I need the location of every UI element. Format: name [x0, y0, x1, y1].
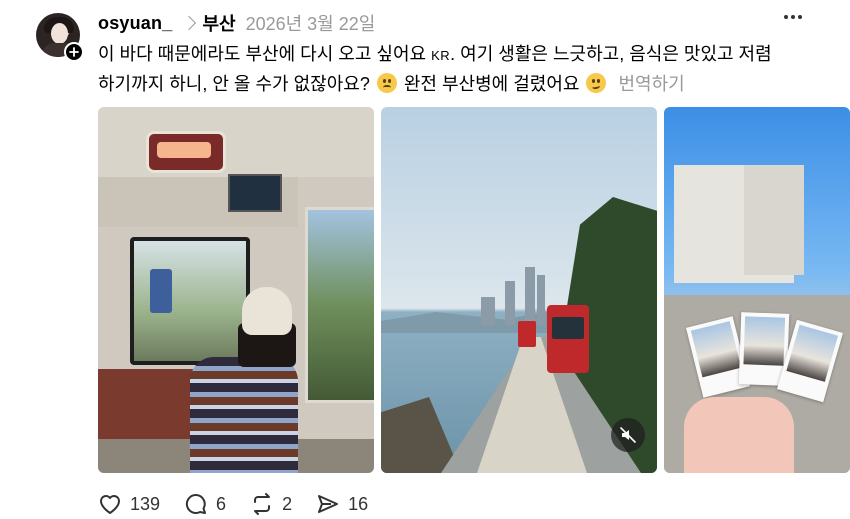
share-count: 16	[348, 493, 369, 514]
car-screen	[228, 174, 282, 212]
topic-tag[interactable]: 부산	[202, 10, 235, 36]
share-button[interactable]: 16	[316, 493, 368, 515]
comment-icon	[185, 493, 207, 514]
username[interactable]: osyuan_	[98, 13, 172, 34]
more-options-icon[interactable]	[784, 15, 802, 19]
heart-icon	[100, 495, 120, 514]
author-avatar[interactable]	[36, 13, 84, 62]
follow-plus-icon[interactable]	[64, 42, 84, 62]
caption-kr-flag: KR	[431, 48, 451, 63]
woozy-face-emoji-icon	[586, 73, 607, 93]
like-button[interactable]: 139	[98, 493, 160, 515]
repost-count: 2	[282, 493, 293, 514]
like-count: 139	[130, 493, 161, 514]
speaker-muted-icon[interactable]	[611, 418, 645, 452]
post-caption: 이 바다 때문에라도 부산에 다시 오고 싶어요 KR. 여기 생활은 느긋하고…	[98, 40, 818, 99]
post-header: osyuan_ 부산 2026년 3월 22일	[98, 11, 375, 35]
chevron-right-icon	[182, 15, 197, 31]
reply-button[interactable]: 6	[184, 493, 226, 515]
photo-polaroids[interactable]	[664, 107, 850, 473]
repost-button[interactable]: 2	[250, 493, 292, 515]
caption-text-3: 완전 부산병에 걸렸어요	[398, 74, 585, 94]
repost-icon	[254, 493, 271, 515]
car-sign	[146, 131, 226, 173]
caption-text-2: 하기까지 하니, 안 올 수가 없잖아요?	[98, 74, 375, 94]
post-actions: 139 6 2 16	[98, 490, 392, 518]
post-date[interactable]: 2026년 3월 22일	[246, 10, 376, 36]
send-icon	[318, 495, 339, 513]
translate-link[interactable]: 번역하기	[618, 74, 684, 94]
photo-carousel[interactable]	[98, 107, 850, 473]
sad-face-emoji-icon	[376, 73, 397, 93]
hand	[684, 397, 794, 473]
person-figure	[180, 287, 300, 473]
photo-cable-car-interior[interactable]	[98, 107, 374, 473]
reply-count: 6	[216, 493, 227, 514]
caption-text-1: 이 바다 때문에라도 부산에 다시 오고 싶어요	[98, 44, 432, 64]
caption-text-1b: . 여기 생활은 느긋하고, 음식은 맛있고 저렴	[450, 44, 772, 64]
photo-sky-capsule-track[interactable]	[381, 107, 657, 473]
thread-post: osyuan_ 부산 2026년 3월 22일 이 바다 때문에라도 부산에 다…	[0, 0, 850, 519]
capsule-car	[547, 305, 589, 373]
